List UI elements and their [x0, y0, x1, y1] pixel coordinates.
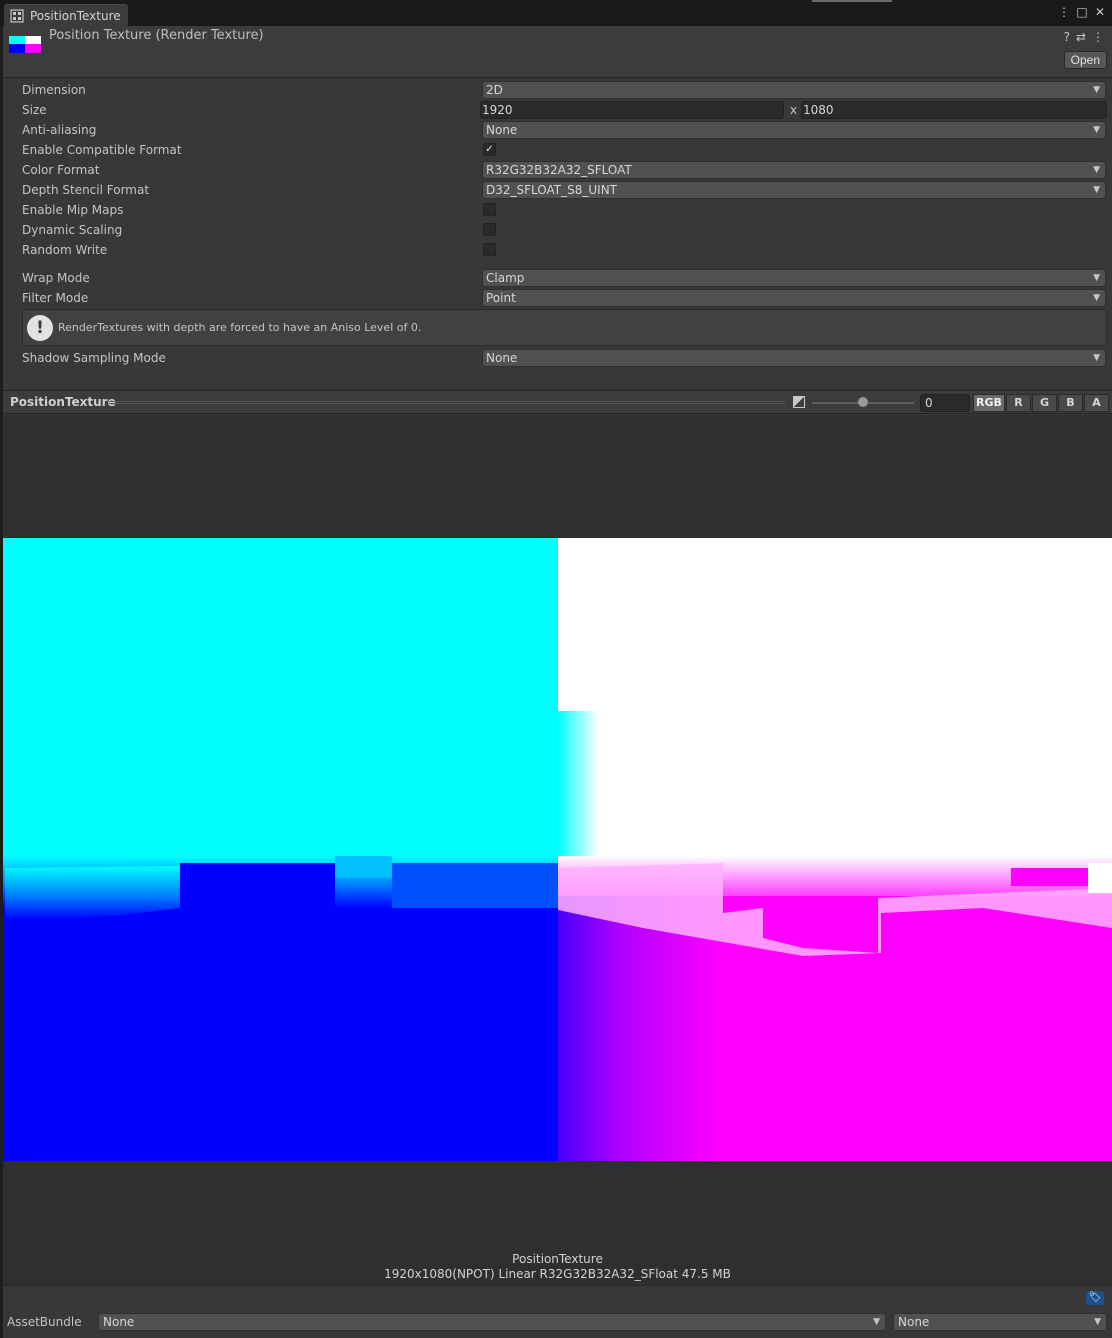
- assetbundle-name-dropdown[interactable]: None ▼: [98, 1313, 886, 1331]
- help-icon[interactable]: ?: [1064, 30, 1070, 44]
- anti-aliasing-label: Anti-aliasing: [22, 123, 97, 137]
- row-wrap-mode: Wrap Mode Clamp ▼: [3, 268, 1112, 288]
- label-tag-icon[interactable]: 🏷: [1086, 1291, 1104, 1305]
- random-write-checkbox[interactable]: [483, 243, 496, 256]
- assetbundle-footer: 🏷 AssetBundle None ▼ None ▼: [3, 1285, 1112, 1338]
- anti-aliasing-dropdown[interactable]: None ▼: [482, 121, 1106, 139]
- row-shadow-sampling: Shadow Sampling Mode None ▼: [3, 348, 1112, 368]
- render-texture-icon: [10, 8, 24, 23]
- chevron-down-icon: ▼: [873, 1317, 880, 1327]
- compatible-format-checkbox[interactable]: ✓: [483, 143, 496, 156]
- texture-image: [3, 538, 1112, 1161]
- tab-label: PositionTexture: [30, 8, 121, 23]
- inspector-panel: Position Texture (Render Texture) ? ⇄ ⋮ …: [3, 26, 1112, 1338]
- mip-maps-checkbox[interactable]: [483, 203, 496, 216]
- depth-stencil-dropdown[interactable]: D32_SFLOAT_S8_UINT ▼: [482, 181, 1106, 199]
- tab-bar-accent: [812, 0, 892, 2]
- color-format-dropdown[interactable]: R32G32B32A32_SFLOAT ▼: [482, 161, 1106, 179]
- color-format-label: Color Format: [22, 163, 100, 177]
- filter-mode-dropdown[interactable]: Point ▼: [482, 289, 1106, 307]
- dynamic-scaling-label: Dynamic Scaling: [22, 223, 123, 237]
- compatible-format-label: Enable Compatible Format: [22, 143, 182, 157]
- row-size: Size 1920 x 1080: [3, 100, 1112, 120]
- dimension-label: Dimension: [22, 83, 86, 97]
- more-options-icon[interactable]: ⋮: [1092, 30, 1104, 44]
- channel-a-button[interactable]: A: [1084, 394, 1109, 412]
- help-box: ! RenderTextures with depth are forced t…: [22, 309, 1107, 346]
- row-mip-maps: Enable Mip Maps: [3, 200, 1112, 220]
- row-filter-mode: Filter Mode Point ▼: [3, 288, 1112, 308]
- row-depth-stencil: Depth Stencil Format D32_SFLOAT_S8_UINT ▼: [3, 180, 1112, 200]
- size-label: Size: [22, 103, 47, 117]
- chevron-down-icon: ▼: [1093, 185, 1100, 195]
- caption-info: 1920x1080(NPOT) Linear R32G32B32A32_SFlo…: [384, 1267, 731, 1281]
- random-write-label: Random Write: [22, 243, 108, 257]
- tab-position-texture[interactable]: PositionTexture: [4, 4, 128, 26]
- preview-title: PositionTexture: [10, 395, 116, 409]
- chevron-down-icon: ▼: [1093, 85, 1100, 95]
- row-dynamic-scaling: Dynamic Scaling: [3, 220, 1112, 240]
- texture-thumbnail: [9, 36, 41, 53]
- dimension-dropdown[interactable]: 2D ▼: [482, 81, 1106, 99]
- warning-icon: !: [27, 315, 53, 341]
- depth-stencil-label: Depth Stencil Format: [22, 183, 150, 197]
- window-tab-bar: PositionTexture ⋮ □ ✕: [0, 0, 1112, 26]
- row-anti-aliasing: Anti-aliasing None ▼: [3, 120, 1112, 140]
- chevron-down-icon: ▼: [1093, 293, 1100, 303]
- mip-level-field[interactable]: 0: [920, 394, 970, 412]
- close-icon[interactable]: ✕: [1094, 4, 1106, 20]
- chevron-down-icon: ▼: [1093, 165, 1100, 175]
- window-controls: ⋮ □ ✕: [1058, 4, 1106, 20]
- presets-icon[interactable]: ⇄: [1076, 30, 1086, 44]
- row-random-write: Random Write: [3, 240, 1112, 260]
- chevron-down-icon: ▼: [1093, 125, 1100, 135]
- mip-slider-thumb[interactable]: [858, 397, 868, 407]
- more-options-icon[interactable]: ⋮: [1058, 4, 1070, 20]
- chevron-down-icon: ▼: [1094, 1317, 1101, 1327]
- wrap-mode-label: Wrap Mode: [22, 271, 90, 285]
- chevron-down-icon: ▼: [1093, 273, 1100, 283]
- shadow-sampling-dropdown[interactable]: None ▼: [482, 349, 1106, 367]
- size-separator: x: [790, 103, 798, 117]
- channel-r-button[interactable]: R: [1006, 394, 1031, 412]
- help-message: RenderTextures with depth are forced to …: [58, 321, 422, 334]
- preview-drag-handle[interactable]: [109, 401, 785, 404]
- texture-preview-area: PositionTexture 1920x1080(NPOT) Linear R…: [3, 415, 1112, 1285]
- inspector-header: Position Texture (Render Texture) ? ⇄ ⋮ …: [3, 26, 1112, 78]
- assetbundle-label: AssetBundle: [7, 1315, 82, 1329]
- preview-caption: PositionTexture 1920x1080(NPOT) Linear R…: [3, 1252, 1112, 1282]
- filter-mode-label: Filter Mode: [22, 291, 89, 305]
- row-dimension: Dimension 2D ▼: [3, 80, 1112, 100]
- row-compatible-format: Enable Compatible Format ✓: [3, 140, 1112, 160]
- wrap-mode-dropdown[interactable]: Clamp ▼: [482, 269, 1106, 287]
- channel-g-button[interactable]: G: [1032, 394, 1057, 412]
- row-color-format: Color Format R32G32B32A32_SFLOAT ▼: [3, 160, 1112, 180]
- mip-maps-label: Enable Mip Maps: [22, 203, 124, 217]
- chevron-down-icon: ▼: [1093, 353, 1100, 363]
- channel-b-button[interactable]: B: [1058, 394, 1083, 412]
- maximize-icon[interactable]: □: [1076, 4, 1088, 20]
- dynamic-scaling-checkbox[interactable]: [483, 223, 496, 236]
- caption-name: PositionTexture: [512, 1252, 603, 1266]
- size-height-field[interactable]: 1080: [801, 101, 1107, 119]
- alpha-toggle-icon[interactable]: [793, 396, 805, 408]
- channel-rgb-button[interactable]: RGB: [973, 394, 1005, 412]
- header-icons: ? ⇄ ⋮: [1064, 30, 1104, 44]
- asset-title: Position Texture (Render Texture): [49, 28, 264, 43]
- size-width-field[interactable]: 1920: [480, 101, 784, 119]
- preview-toolbar: PositionTexture 0 RGB R G B A: [3, 390, 1112, 414]
- shadow-sampling-label: Shadow Sampling Mode: [22, 351, 166, 365]
- assetbundle-variant-dropdown[interactable]: None ▼: [893, 1313, 1107, 1331]
- open-button[interactable]: Open: [1063, 51, 1107, 69]
